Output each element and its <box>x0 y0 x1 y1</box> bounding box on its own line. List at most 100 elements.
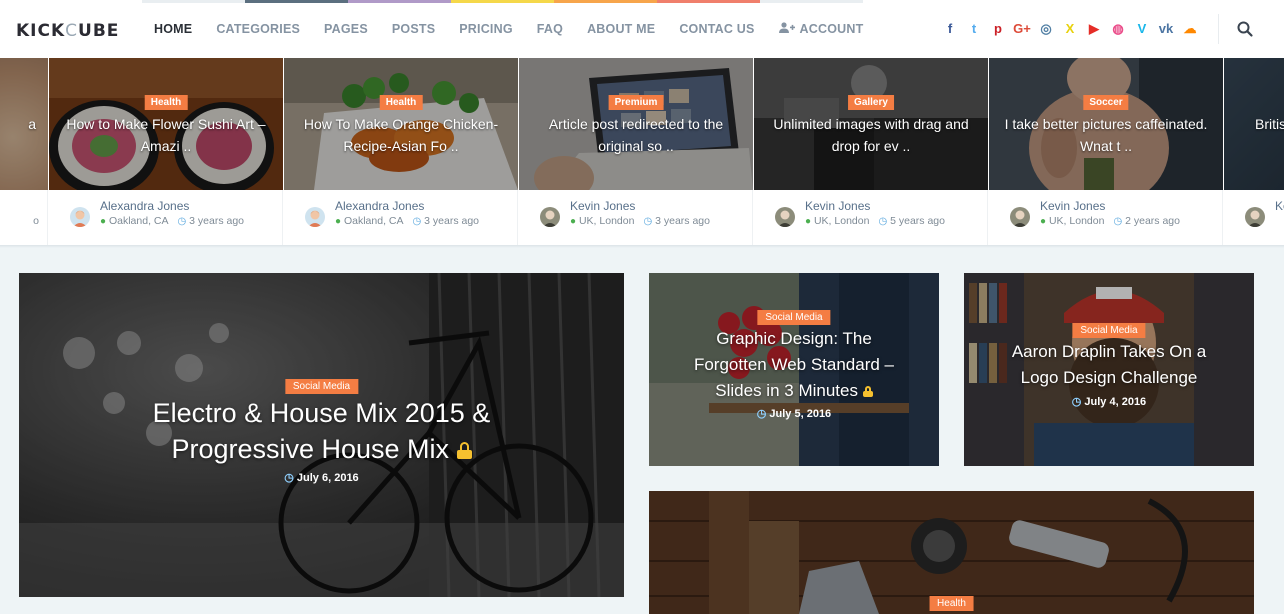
featured-slider: a o Health How to Make Flower Sushi Art … <box>0 58 1284 245</box>
card-date: ◷ July 6, 2016 <box>19 471 624 484</box>
vk-icon[interactable]: vk <box>1154 19 1178 39</box>
search-icon[interactable] <box>1236 20 1254 38</box>
slider-item[interactable]: Gallery Unlimited images with drag and d… <box>754 58 988 245</box>
slide-title[interactable]: How To Make Orange Chicken-Recipe-Asian … <box>296 113 506 157</box>
category-badge[interactable]: Health <box>929 596 974 611</box>
nav-pages[interactable]: PAGES <box>312 0 380 58</box>
author-name[interactable]: Kevin Jones <box>1040 199 1105 213</box>
logo-part-3: UBE <box>78 21 120 41</box>
slide-title[interactable]: Article post redirected to the original … <box>531 113 741 157</box>
slider-item[interactable]: Health How To Make Orange Chicken-Recipe… <box>284 58 518 245</box>
slide-image: Health How To Make Orange Chicken-Recipe… <box>284 58 518 190</box>
slide-title[interactable]: I take better pictures caffeinated. Wnat… <box>1001 113 1211 157</box>
card-date-text: July 6, 2016 <box>296 472 359 484</box>
post-card[interactable]: Health <box>649 491 1254 614</box>
author-name[interactable]: Kevin Jones <box>805 199 870 213</box>
slide-image: Health How to Make Flower Sushi Art – Am… <box>49 58 283 190</box>
avatar[interactable] <box>540 207 560 227</box>
vimeo-icon[interactable]: V <box>1130 19 1154 39</box>
card-date: ◷ July 5, 2016 <box>649 407 939 420</box>
nav-categories-label: CATEGORIES <box>216 22 301 36</box>
nav-pricing[interactable]: PRICING <box>447 0 525 58</box>
category-badge[interactable]: Health <box>379 95 423 110</box>
author-name[interactable]: Ke <box>1275 199 1284 213</box>
nav-about-me[interactable]: ABOUT ME <box>575 0 667 58</box>
card-title[interactable]: Graphic Design: The Forgotten Web Standa… <box>679 326 909 404</box>
author-name[interactable]: Alexandra Jones <box>335 199 424 213</box>
nav-account-label: ACCOUNT <box>799 22 864 36</box>
slide-time: o <box>33 215 39 227</box>
nav-posts[interactable]: POSTS <box>380 0 447 58</box>
instagram-icon[interactable]: ◎ <box>1034 19 1058 39</box>
nav-faq[interactable]: FAQ <box>525 0 575 58</box>
nav-contact-us-label: CONTAC US <box>679 22 755 36</box>
youtube-icon[interactable]: ▶ <box>1082 19 1106 39</box>
slide-meta: Kevin Jones ● UK, London ◷ 3 years ago <box>519 190 752 245</box>
avatar[interactable] <box>70 207 90 227</box>
category-badge[interactable]: Premium <box>608 95 664 110</box>
xing-icon[interactable]: X <box>1058 19 1082 39</box>
site-logo[interactable]: KICKCUBE <box>16 21 119 41</box>
avatar[interactable] <box>1010 207 1030 227</box>
location-pin-icon: ● <box>335 216 342 227</box>
avatar[interactable] <box>775 207 795 227</box>
card-title[interactable]: Electro & House Mix 2015 & Progressive H… <box>109 395 534 467</box>
card-title[interactable]: Aaron Draplin Takes On a Logo Design Cha… <box>994 339 1224 391</box>
slide-title[interactable]: How to Make Flower Sushi Art – Amazi .. <box>61 113 271 157</box>
nav-home[interactable]: HOME <box>142 0 204 58</box>
slide-meta: Kevin Jones ● UK, London ◷ 5 years ago <box>754 190 987 245</box>
author-location: UK, London <box>578 215 635 227</box>
clock-icon: ◷ <box>878 216 888 227</box>
category-badge[interactable]: Social Media <box>284 379 359 394</box>
social-links: f t p G+ ◎ X ▶ ◍ Vvk ☁ <box>938 19 1202 39</box>
twitter-icon[interactable]: t <box>962 19 986 39</box>
slider-item[interactable]: Britis Ke <box>1224 58 1284 245</box>
clock-icon: ◷ <box>412 216 422 227</box>
location-pin-icon: ● <box>100 216 107 227</box>
location-pin-icon: ● <box>1040 216 1047 227</box>
google-plus-icon[interactable]: G+ <box>1010 19 1034 39</box>
dribbble-icon[interactable]: ◍ <box>1106 19 1130 39</box>
category-badge[interactable]: Social Media <box>757 310 831 325</box>
slide-image: Gallery Unlimited images with drag and d… <box>754 58 988 190</box>
slide-title[interactable]: Unlimited images with drag and drop for … <box>766 113 976 157</box>
lock-icon <box>456 442 472 460</box>
post-card-large[interactable]: Social Media Electro & House Mix 2015 & … <box>19 273 624 597</box>
author-name[interactable]: Alexandra Jones <box>100 199 189 213</box>
category-badge[interactable]: Health <box>144 95 188 110</box>
slide-time: 5 years ago <box>890 215 945 227</box>
category-badge[interactable]: Social Media <box>1072 323 1146 338</box>
nav-account[interactable]: ACCOUNT <box>767 0 876 58</box>
category-badge[interactable]: Gallery <box>848 95 894 110</box>
post-card[interactable]: Social Media Aaron Draplin Takes On a Lo… <box>964 273 1254 466</box>
nav-categories[interactable]: CATEGORIES <box>204 0 312 58</box>
header-divider <box>1218 14 1219 44</box>
avatar[interactable] <box>1245 207 1265 227</box>
slider-item[interactable]: Health How to Make Flower Sushi Art – Am… <box>49 58 283 245</box>
slide-title[interactable]: Britis <box>1255 113 1284 135</box>
slider-item[interactable]: Soccer I take better pictures caffeinate… <box>989 58 1223 245</box>
pinterest-icon[interactable]: p <box>986 19 1010 39</box>
nav-pages-label: PAGES <box>324 22 368 36</box>
clock-icon: ◷ <box>643 216 653 227</box>
post-card[interactable]: Social Media Graphic Design: The Forgott… <box>649 273 939 466</box>
slide-image: Premium Article post redirected to the o… <box>519 58 753 190</box>
slider-shadow <box>0 245 1284 248</box>
nav-home-label: HOME <box>154 22 193 36</box>
slider-item[interactable]: a o <box>0 58 48 245</box>
clock-icon: ◷ <box>177 216 187 227</box>
slide-title: a <box>28 116 36 132</box>
slide-submeta: ● UK, London ◷ 2 years ago <box>1040 215 1180 227</box>
nav-faq-label: FAQ <box>536 22 564 36</box>
slider-item[interactable]: Premium Article post redirected to the o… <box>519 58 753 245</box>
nav-contact-us[interactable]: CONTAC US <box>667 0 766 58</box>
facebook-icon[interactable]: f <box>938 19 962 39</box>
slide-submeta: ● Oakland, CA ◷ 3 years ago <box>100 215 244 227</box>
clock-icon: ◷ <box>756 408 767 420</box>
avatar[interactable] <box>305 207 325 227</box>
logo-part-1: KICK <box>16 21 66 41</box>
slide-meta: Alexandra Jones ● Oakland, CA ◷ 3 years a… <box>49 190 282 245</box>
soundcloud-icon[interactable]: ☁ <box>1178 19 1202 39</box>
author-name[interactable]: Kevin Jones <box>570 199 635 213</box>
category-badge[interactable]: Soccer <box>1083 95 1129 110</box>
